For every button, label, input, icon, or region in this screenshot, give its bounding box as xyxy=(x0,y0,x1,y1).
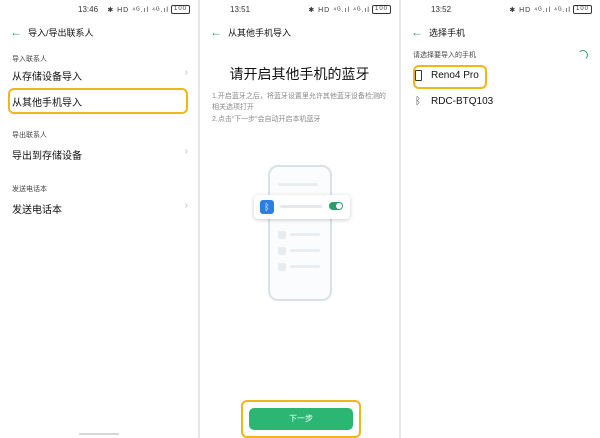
import-from-phone-screen: 13:51 ✱ HD ⁴ᴳ.ıl ⁴ᴳ.ıl 100 ← 从其他手机导入 请开启其… xyxy=(200,0,399,438)
placeholder-square xyxy=(278,247,286,255)
bluetooth-icon: ᛒ xyxy=(415,96,421,107)
page-title: 导入/导出联系人 xyxy=(28,28,94,38)
placeholder-line xyxy=(290,265,320,268)
page-title: 从其他手机导入 xyxy=(228,28,292,38)
status-time: 13:51 xyxy=(230,5,251,14)
status-bar: 13:52 ✱ HD ⁴ᴳ.ıl ⁴ᴳ.ıl 100 xyxy=(401,0,600,20)
phone-illustration xyxy=(268,165,332,301)
signal-icons: ✱ HD ⁴ᴳ.ıl ⁴ᴳ.ıl xyxy=(509,6,571,14)
signal-icons: ✱ HD ⁴ᴳ.ıl ⁴ᴳ.ıl xyxy=(308,6,370,14)
placeholder-line xyxy=(278,183,318,186)
next-button[interactable]: 下一步 xyxy=(249,408,353,430)
import-from-storage-label: 从存储设备导入 xyxy=(12,72,82,83)
battery-icon: 100 xyxy=(170,5,190,14)
placeholder-line xyxy=(290,249,320,252)
page-title: 选择手机 xyxy=(429,28,466,38)
placeholder-square xyxy=(278,231,286,239)
back-arrow-icon[interactable]: ← xyxy=(210,24,222,40)
instruction-step-1: 1.开启蓝牙之后，将蓝牙设置里允许其他蓝牙设备检测的相关选项打开 xyxy=(212,93,386,111)
import-export-screen: 13:46 ✱ HD ⁴ᴳ.ıl ⁴ᴳ.ıl 100 ← 导入/导出联系人 导入联… xyxy=(0,0,198,438)
import-from-storage-item[interactable]: 从存储设备导入 › xyxy=(0,62,198,88)
instruction-step-2: 2.点击“下一步”会自动开启本机蓝牙 xyxy=(212,116,321,123)
select-phone-screen: 13:52 ✱ HD ⁴ᴳ.ıl ⁴ᴳ.ıl 100 ← 选择手机 请选择要导入的… xyxy=(401,0,600,438)
status-bar: 13:51 ✱ HD ⁴ᴳ.ıl ⁴ᴳ.ıl 100 xyxy=(200,0,399,20)
toggle-on-icon xyxy=(329,202,343,210)
section-export-label: 导出联系人 xyxy=(12,132,47,139)
status-icons: ✱ HD ⁴ᴳ.ıl ⁴ᴳ.ıl 100 xyxy=(509,5,592,14)
section-send-label: 发送电话本 xyxy=(12,186,47,193)
device-item[interactable]: Reno4 Pro xyxy=(401,66,600,88)
chevron-right-icon: › xyxy=(184,200,188,211)
device-item[interactable]: ᛒ RDC-BTQ103 xyxy=(401,92,600,114)
status-icons: ✱ HD ⁴ᴳ.ıl ⁴ᴳ.ıl 100 xyxy=(308,5,391,14)
device-name: RDC-BTQ103 xyxy=(431,96,494,107)
home-indicator xyxy=(79,433,119,435)
import-from-other-phone-item[interactable]: 从其他手机导入 xyxy=(0,88,198,114)
placeholder-line xyxy=(290,233,320,236)
bluetooth-icon: ᛒ xyxy=(260,200,274,214)
app-header: ← 导入/导出联系人 xyxy=(0,24,198,42)
back-arrow-icon[interactable]: ← xyxy=(411,24,423,40)
send-contacts-label: 发送电话本 xyxy=(12,205,62,216)
bluetooth-setting-card: ᛒ xyxy=(254,195,350,219)
import-from-other-phone-label: 从其他手机导入 xyxy=(12,98,82,109)
back-arrow-icon[interactable]: ← xyxy=(10,24,22,40)
battery-icon: 100 xyxy=(572,5,592,14)
phone-icon xyxy=(415,70,422,84)
battery-icon: 100 xyxy=(371,5,391,14)
bluetooth-heading: 请开启其他手机的蓝牙 xyxy=(229,66,370,82)
status-icons: ✱ HD ⁴ᴳ.ıl ⁴ᴳ.ıl 100 xyxy=(107,5,190,14)
export-to-storage-item[interactable]: 导出到存储设备 › xyxy=(0,141,198,167)
app-header: ← 选择手机 xyxy=(401,24,600,42)
loading-spinner-icon xyxy=(578,50,588,60)
placeholder-line xyxy=(280,205,322,208)
chevron-right-icon: › xyxy=(184,67,188,78)
status-bar: 13:46 ✱ HD ⁴ᴳ.ıl ⁴ᴳ.ıl 100 xyxy=(0,0,198,20)
signal-icons: ✱ HD ⁴ᴳ.ıl ⁴ᴳ.ıl xyxy=(107,6,169,14)
app-header: ← 从其他手机导入 xyxy=(200,24,399,42)
status-time: 13:46 xyxy=(78,5,99,14)
chevron-right-icon: › xyxy=(184,146,188,157)
highlight-box: 下一步 xyxy=(241,400,361,438)
placeholder-square xyxy=(278,263,286,271)
status-time: 13:52 xyxy=(431,5,452,14)
select-phone-prompt: 请选择要导入的手机 xyxy=(413,52,476,59)
device-name: Reno4 Pro xyxy=(431,70,479,81)
export-to-storage-label: 导出到存储设备 xyxy=(12,151,82,162)
send-contacts-item[interactable]: 发送电话本 › xyxy=(0,195,198,221)
